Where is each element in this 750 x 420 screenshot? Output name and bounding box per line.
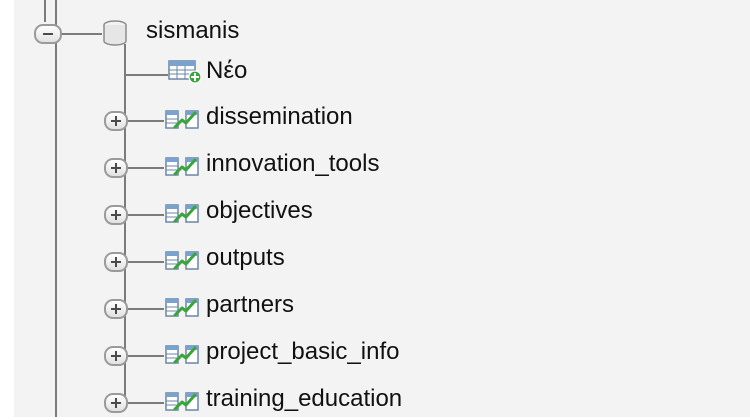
tree-connector bbox=[128, 355, 164, 357]
table-expand-button[interactable] bbox=[104, 346, 128, 366]
tree-line-main bbox=[55, 0, 57, 417]
table-name-link[interactable]: innovation_tools bbox=[206, 149, 379, 179]
tree-connector bbox=[128, 402, 164, 404]
table-name-link[interactable]: project_basic_info bbox=[206, 337, 399, 367]
table-expand-button[interactable] bbox=[104, 158, 128, 178]
tree-connector bbox=[124, 74, 168, 76]
panel-left-margin bbox=[0, 0, 14, 417]
table-expand-button[interactable] bbox=[104, 111, 128, 131]
table-expand-button[interactable] bbox=[104, 299, 128, 319]
tree-connector bbox=[128, 261, 164, 263]
tree-connector bbox=[128, 214, 164, 216]
table-icon[interactable] bbox=[164, 295, 200, 321]
navigation-tree-panel: sismanis Νέο dissemination innovation_to… bbox=[0, 0, 750, 417]
table-expand-button[interactable] bbox=[104, 252, 128, 272]
table-icon[interactable] bbox=[164, 342, 200, 368]
tree-line-children bbox=[124, 44, 126, 76]
tree-connector bbox=[128, 120, 164, 122]
database-icon bbox=[103, 20, 127, 46]
table-name-link[interactable]: dissemination bbox=[206, 102, 353, 132]
table-name-link[interactable]: training_education bbox=[206, 384, 402, 414]
database-collapse-button[interactable] bbox=[34, 24, 62, 44]
table-name-link[interactable]: outputs bbox=[206, 243, 285, 273]
table-icon[interactable] bbox=[164, 389, 200, 415]
table-name-link[interactable]: objectives bbox=[206, 196, 313, 226]
tree-connector bbox=[62, 33, 102, 35]
new-table-link[interactable]: Νέο bbox=[206, 56, 247, 86]
tree-connector bbox=[128, 167, 164, 169]
table-name-link[interactable]: partners bbox=[206, 290, 294, 320]
tree-connector bbox=[128, 308, 164, 310]
table-icon[interactable] bbox=[164, 248, 200, 274]
table-icon[interactable] bbox=[164, 154, 200, 180]
new-table-icon[interactable] bbox=[168, 58, 202, 84]
table-expand-button[interactable] bbox=[104, 205, 128, 225]
tree-line-root bbox=[44, 0, 46, 22]
table-icon[interactable] bbox=[164, 107, 200, 133]
table-icon[interactable] bbox=[164, 201, 200, 227]
table-expand-button[interactable] bbox=[104, 393, 128, 413]
database-name-link[interactable]: sismanis bbox=[146, 16, 239, 46]
